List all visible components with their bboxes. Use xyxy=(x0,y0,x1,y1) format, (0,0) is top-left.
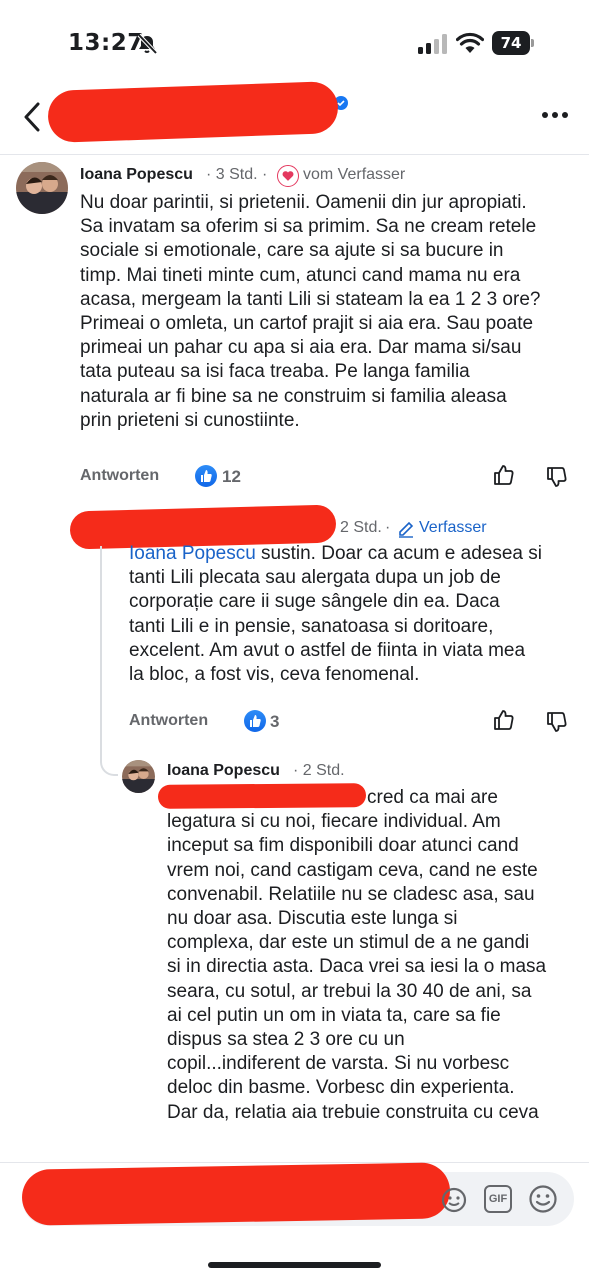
emoji-icon[interactable] xyxy=(528,1184,558,1214)
comment-line: primeai un pahar cu apa si aia era. Dar … xyxy=(80,337,522,359)
comment-line: la bloc, a fost vis, ceva fenomenal. xyxy=(129,664,420,686)
mention-link[interactable]: Ioana Popescu xyxy=(129,543,256,564)
comment-author[interactable]: Ioana Popescu xyxy=(167,762,280,780)
thumbs-up-icon[interactable] xyxy=(492,463,516,487)
thread-connector xyxy=(100,744,118,776)
comment-line: copil...indiferent de varsta. Si nu vorb… xyxy=(167,1053,510,1075)
more-dots-icon[interactable] xyxy=(540,110,570,120)
comment-body: Ioana Popescu sustin. Doar ca acum e ade… xyxy=(129,542,579,687)
comment-line: tata puteau sa isi faca treaba. Pe langa… xyxy=(80,361,470,383)
thumbs-up-icon[interactable] xyxy=(492,708,516,732)
author-badge-label: vom Verfasser xyxy=(303,166,406,183)
avatar[interactable] xyxy=(16,162,68,214)
comment-line: prin prieteni si cunostiinte. xyxy=(80,409,300,431)
comment-line: naturala ar fi bine sa ne construim si f… xyxy=(80,385,507,407)
comment-time: 2 Std. xyxy=(302,762,345,779)
bell-slash-icon xyxy=(137,33,158,55)
like-reaction-icon xyxy=(195,465,217,487)
comment-line: acasa, mergeam la tanti Lili si stateam … xyxy=(80,288,541,310)
comment-line: deloc din basme. Vorbesc din experienta. xyxy=(167,1077,515,1099)
signal-icon xyxy=(418,34,447,54)
post-header xyxy=(0,80,589,154)
meta-separator: · xyxy=(257,166,268,183)
comment-line: Primeai o omleta, un cartof prajit si ai… xyxy=(80,313,534,335)
comment-meta: · 3 Std. · xyxy=(206,166,267,184)
thumbs-down-icon[interactable] xyxy=(545,710,569,734)
battery-indicator: 74 xyxy=(492,31,534,55)
comment-line-text: sustin. Doar ca acum e adesea si xyxy=(255,543,542,564)
comment-line: si in directia asta. Daca vrei sa iesi l… xyxy=(167,956,547,978)
heart-icon xyxy=(277,165,299,187)
comment-line: convenabil. Relatiile nu se cladesc asa,… xyxy=(167,883,535,905)
thread-line xyxy=(100,546,102,746)
home-indicator xyxy=(208,1262,381,1268)
thumbs-down-icon[interactable] xyxy=(545,465,569,489)
comment-line: legatura si cu noi, fiecare individual. … xyxy=(167,811,501,833)
comment-line: inceput sa fim disponibili doar atunci c… xyxy=(167,835,519,857)
like-count[interactable]: 12 xyxy=(222,467,241,487)
pencil-icon xyxy=(399,521,414,538)
comment-line: seara, cu sotul, ar trebui la 30 40 de a… xyxy=(167,980,532,1002)
comment-line: excelent. Am avut o astfel de fiinta in … xyxy=(129,639,526,661)
sticker-icon[interactable] xyxy=(440,1186,468,1214)
meta-separator: · xyxy=(293,762,303,779)
comment-line: vrem noi, cand castigam ceva, cand ne es… xyxy=(167,859,538,881)
comment-line: dispus sa stea 2 3 ore cu un xyxy=(167,1029,405,1051)
status-bar: 13:27 74 xyxy=(0,0,589,88)
comment-line: Ioana Popescu sustin. Doar ca acum e ade… xyxy=(129,542,579,566)
comment-line: cred ca mai are xyxy=(367,787,498,808)
header-divider xyxy=(0,154,589,155)
comment-line: corporație care ii suge sângele din ea. … xyxy=(129,591,500,613)
comment-line: Dar da, relatia aia trebuie construita c… xyxy=(167,1101,539,1123)
back-chevron-icon[interactable] xyxy=(20,100,44,134)
like-reaction-icon xyxy=(244,710,266,732)
comment-author[interactable]: Ioana Popescu xyxy=(80,166,193,184)
comment-line: Nu doar parintii, si prietenii. Oamenii … xyxy=(80,192,527,213)
comment-line: complexa, dar este un stimul de a ne gan… xyxy=(167,932,530,954)
comment-body: Nu doar parintii, si prietenii. Oamenii … xyxy=(80,191,580,433)
redacted-input-placeholder xyxy=(21,1162,451,1226)
like-count[interactable]: 3 xyxy=(270,712,279,732)
comment-line: sociale si emotionale, care sa ajute si … xyxy=(80,240,504,262)
comment-body: cred ca mai are legatura si cu noi, fiec… xyxy=(167,786,577,1125)
comment-time: 2 Std. xyxy=(340,519,382,536)
meta-separator: · xyxy=(385,519,391,536)
comment-line: nu doar asa. Discutia este lunga si xyxy=(167,908,458,930)
meta-separator: · xyxy=(206,166,216,183)
reply-button[interactable]: Antworten xyxy=(80,467,159,485)
comment-line: Sa invatam sa oferim si sa primim. Sa ne… xyxy=(80,216,537,238)
author-badge-label: Verfasser xyxy=(419,519,487,536)
gif-button[interactable]: GIF xyxy=(484,1185,512,1213)
wifi-icon xyxy=(456,32,484,53)
comment-time: 3 Std. xyxy=(215,166,258,183)
avatar[interactable] xyxy=(122,760,155,793)
composer-divider xyxy=(0,1162,589,1163)
battery-nub xyxy=(531,39,534,47)
comment-line: tanti Lili plecata sau alergata dupa un … xyxy=(129,567,501,589)
comment-line: timp. Mai tineti minte cum, atunci cand … xyxy=(80,264,521,286)
battery-level: 74 xyxy=(492,31,530,55)
comment-line: tanti Lili e in pensie, sanatoasa si dor… xyxy=(129,615,494,637)
comment-line: ai cel putin un om in viata ta, care sa … xyxy=(167,1004,501,1026)
reply-button[interactable]: Antworten xyxy=(129,712,208,730)
comment-meta: · 2 Std. xyxy=(293,762,345,780)
redacted-page-name xyxy=(47,80,339,144)
status-time: 13:27 xyxy=(68,30,144,56)
